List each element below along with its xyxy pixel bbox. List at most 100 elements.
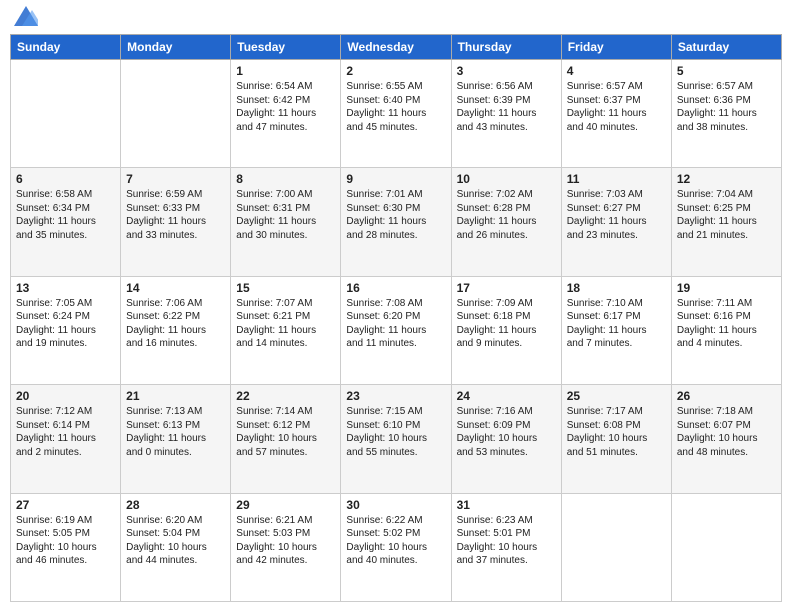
weekday-header: Wednesday [341, 35, 451, 60]
cell-sun-info: Sunrise: 7:10 AM Sunset: 6:17 PM Dayligh… [567, 297, 666, 351]
cell-sun-info: Sunrise: 6:57 AM Sunset: 6:37 PM Dayligh… [567, 80, 666, 134]
weekday-header: Saturday [671, 35, 781, 60]
calendar-cell: 20 Sunrise: 7:12 AM Sunset: 6:14 PM Dayli… [11, 385, 121, 493]
day-number: 24 [457, 389, 556, 403]
calendar-cell: 27 Sunrise: 6:19 AM Sunset: 5:05 PM Dayli… [11, 493, 121, 601]
day-number: 4 [567, 64, 666, 78]
calendar-cell: 12 Sunrise: 7:04 AM Sunset: 6:25 PM Dayli… [671, 168, 781, 276]
day-number: 27 [16, 498, 115, 512]
cell-sun-info: Sunrise: 7:09 AM Sunset: 6:18 PM Dayligh… [457, 297, 556, 351]
day-number: 8 [236, 172, 335, 186]
calendar-header-row: SundayMondayTuesdayWednesdayThursdayFrid… [11, 35, 782, 60]
cell-sun-info: Sunrise: 7:17 AM Sunset: 6:08 PM Dayligh… [567, 405, 666, 459]
day-number: 17 [457, 281, 556, 295]
day-number: 21 [126, 389, 225, 403]
day-number: 2 [346, 64, 445, 78]
page-header [10, 10, 782, 26]
cell-sun-info: Sunrise: 6:59 AM Sunset: 6:33 PM Dayligh… [126, 188, 225, 242]
calendar-cell: 8 Sunrise: 7:00 AM Sunset: 6:31 PM Daylig… [231, 168, 341, 276]
cell-sun-info: Sunrise: 6:55 AM Sunset: 6:40 PM Dayligh… [346, 80, 445, 134]
cell-sun-info: Sunrise: 6:58 AM Sunset: 6:34 PM Dayligh… [16, 188, 115, 242]
calendar-cell: 30 Sunrise: 6:22 AM Sunset: 5:02 PM Dayli… [341, 493, 451, 601]
calendar-cell: 2 Sunrise: 6:55 AM Sunset: 6:40 PM Daylig… [341, 60, 451, 168]
calendar-cell [671, 493, 781, 601]
calendar-cell: 7 Sunrise: 6:59 AM Sunset: 6:33 PM Daylig… [121, 168, 231, 276]
calendar-cell: 3Sunrise: 6:56 AM Sunset: 6:39 PM Daylig… [451, 60, 561, 168]
calendar-cell: 4 Sunrise: 6:57 AM Sunset: 6:37 PM Daylig… [561, 60, 671, 168]
day-number: 31 [457, 498, 556, 512]
cell-sun-info: Sunrise: 7:16 AM Sunset: 6:09 PM Dayligh… [457, 405, 556, 459]
cell-sun-info: Sunrise: 6:20 AM Sunset: 5:04 PM Dayligh… [126, 514, 225, 568]
calendar-cell: 15Sunrise: 7:07 AM Sunset: 6:21 PM Dayli… [231, 276, 341, 384]
cell-sun-info: Sunrise: 6:54 AM Sunset: 6:42 PM Dayligh… [236, 80, 335, 134]
calendar-cell: 11 Sunrise: 7:03 AM Sunset: 6:27 PM Dayli… [561, 168, 671, 276]
cell-sun-info: Sunrise: 7:06 AM Sunset: 6:22 PM Dayligh… [126, 297, 225, 351]
day-number: 28 [126, 498, 225, 512]
calendar-cell: 21 Sunrise: 7:13 AM Sunset: 6:13 PM Dayli… [121, 385, 231, 493]
calendar-cell [561, 493, 671, 601]
day-number: 13 [16, 281, 115, 295]
cell-sun-info: Sunrise: 6:21 AM Sunset: 5:03 PM Dayligh… [236, 514, 335, 568]
day-number: 20 [16, 389, 115, 403]
cell-sun-info: Sunrise: 7:18 AM Sunset: 6:07 PM Dayligh… [677, 405, 776, 459]
day-number: 22 [236, 389, 335, 403]
cell-sun-info: Sunrise: 7:05 AM Sunset: 6:24 PM Dayligh… [16, 297, 115, 351]
cell-sun-info: Sunrise: 7:13 AM Sunset: 6:13 PM Dayligh… [126, 405, 225, 459]
calendar-cell: 10Sunrise: 7:02 AM Sunset: 6:28 PM Dayli… [451, 168, 561, 276]
cell-sun-info: Sunrise: 7:12 AM Sunset: 6:14 PM Dayligh… [16, 405, 115, 459]
calendar-cell: 14 Sunrise: 7:06 AM Sunset: 6:22 PM Dayli… [121, 276, 231, 384]
calendar-cell [121, 60, 231, 168]
calendar-cell: 19 Sunrise: 7:11 AM Sunset: 6:16 PM Dayli… [671, 276, 781, 384]
day-number: 14 [126, 281, 225, 295]
calendar-cell: 5Sunrise: 6:57 AM Sunset: 6:36 PM Daylig… [671, 60, 781, 168]
cell-sun-info: Sunrise: 6:56 AM Sunset: 6:39 PM Dayligh… [457, 80, 556, 134]
day-number: 11 [567, 172, 666, 186]
cell-sun-info: Sunrise: 7:08 AM Sunset: 6:20 PM Dayligh… [346, 297, 445, 351]
day-number: 26 [677, 389, 776, 403]
cell-sun-info: Sunrise: 7:14 AM Sunset: 6:12 PM Dayligh… [236, 405, 335, 459]
cell-sun-info: Sunrise: 7:00 AM Sunset: 6:31 PM Dayligh… [236, 188, 335, 242]
day-number: 6 [16, 172, 115, 186]
day-number: 23 [346, 389, 445, 403]
weekday-header: Monday [121, 35, 231, 60]
cell-sun-info: Sunrise: 7:04 AM Sunset: 6:25 PM Dayligh… [677, 188, 776, 242]
calendar-week-row: 20 Sunrise: 7:12 AM Sunset: 6:14 PM Dayli… [11, 385, 782, 493]
cell-sun-info: Sunrise: 6:23 AM Sunset: 5:01 PM Dayligh… [457, 514, 556, 568]
cell-sun-info: Sunrise: 7:03 AM Sunset: 6:27 PM Dayligh… [567, 188, 666, 242]
day-number: 29 [236, 498, 335, 512]
calendar-cell: 22 Sunrise: 7:14 AM Sunset: 6:12 PM Dayli… [231, 385, 341, 493]
calendar-cell: 29 Sunrise: 6:21 AM Sunset: 5:03 PM Dayli… [231, 493, 341, 601]
calendar-week-row: 6 Sunrise: 6:58 AM Sunset: 6:34 PM Daylig… [11, 168, 782, 276]
logo [10, 10, 38, 26]
weekday-header: Thursday [451, 35, 561, 60]
cell-sun-info: Sunrise: 7:02 AM Sunset: 6:28 PM Dayligh… [457, 188, 556, 242]
calendar-week-row: 13 Sunrise: 7:05 AM Sunset: 6:24 PM Dayli… [11, 276, 782, 384]
calendar-week-row: 1 Sunrise: 6:54 AM Sunset: 6:42 PM Daylig… [11, 60, 782, 168]
calendar-cell: 24 Sunrise: 7:16 AM Sunset: 6:09 PM Dayli… [451, 385, 561, 493]
calendar-cell: 23 Sunrise: 7:15 AM Sunset: 6:10 PM Dayli… [341, 385, 451, 493]
calendar-cell: 16 Sunrise: 7:08 AM Sunset: 6:20 PM Dayli… [341, 276, 451, 384]
cell-sun-info: Sunrise: 7:15 AM Sunset: 6:10 PM Dayligh… [346, 405, 445, 459]
weekday-header: Sunday [11, 35, 121, 60]
day-number: 12 [677, 172, 776, 186]
cell-sun-info: Sunrise: 7:11 AM Sunset: 6:16 PM Dayligh… [677, 297, 776, 351]
calendar-cell: 13 Sunrise: 7:05 AM Sunset: 6:24 PM Dayli… [11, 276, 121, 384]
cell-sun-info: Sunrise: 7:07 AM Sunset: 6:21 PM Dayligh… [236, 297, 335, 351]
calendar-cell: 28 Sunrise: 6:20 AM Sunset: 5:04 PM Dayli… [121, 493, 231, 601]
day-number: 1 [236, 64, 335, 78]
calendar-cell [11, 60, 121, 168]
cell-sun-info: Sunrise: 6:22 AM Sunset: 5:02 PM Dayligh… [346, 514, 445, 568]
calendar-table: SundayMondayTuesdayWednesdayThursdayFrid… [10, 34, 782, 602]
logo-icon [14, 6, 38, 26]
cell-sun-info: Sunrise: 6:19 AM Sunset: 5:05 PM Dayligh… [16, 514, 115, 568]
day-number: 7 [126, 172, 225, 186]
calendar-week-row: 27 Sunrise: 6:19 AM Sunset: 5:05 PM Dayli… [11, 493, 782, 601]
day-number: 16 [346, 281, 445, 295]
calendar-cell: 17 Sunrise: 7:09 AM Sunset: 6:18 PM Dayli… [451, 276, 561, 384]
day-number: 9 [346, 172, 445, 186]
day-number: 19 [677, 281, 776, 295]
cell-sun-info: Sunrise: 7:01 AM Sunset: 6:30 PM Dayligh… [346, 188, 445, 242]
weekday-header: Friday [561, 35, 671, 60]
calendar-cell: 26 Sunrise: 7:18 AM Sunset: 6:07 PM Dayli… [671, 385, 781, 493]
day-number: 30 [346, 498, 445, 512]
